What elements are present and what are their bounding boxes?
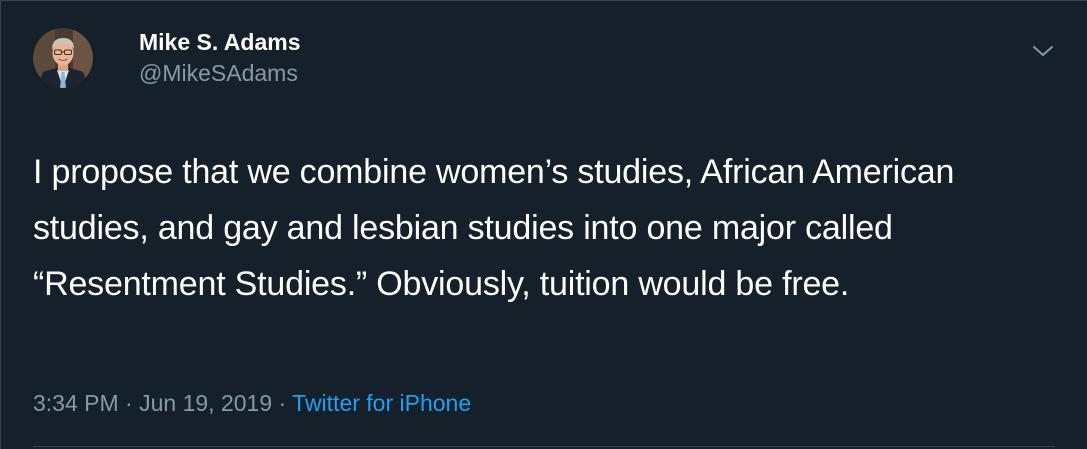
- tweet-source-link[interactable]: Twitter for iPhone: [292, 390, 471, 416]
- tweet-text: I propose that we combine women’s studie…: [33, 153, 955, 303]
- meta-separator: ·: [278, 390, 287, 416]
- tweet-time[interactable]: 3:34 PM: [33, 390, 119, 416]
- tweet-meta: 3:34 PM · Jun 19, 2019 · Twitter for iPh…: [33, 387, 471, 419]
- divider: [33, 446, 1055, 447]
- author-names: Mike S. Adams @MikeSAdams: [139, 27, 300, 89]
- tweet-date[interactable]: Jun 19, 2019: [139, 390, 272, 416]
- meta-separator: ·: [125, 390, 133, 416]
- avatar[interactable]: [33, 28, 93, 88]
- author-handle[interactable]: @MikeSAdams: [139, 57, 300, 89]
- tweet-card: Mike S. Adams @MikeSAdams I propose that…: [0, 0, 1087, 449]
- author-display-name[interactable]: Mike S. Adams: [139, 27, 300, 57]
- tweet-header: Mike S. Adams @MikeSAdams: [33, 27, 300, 89]
- chevron-down-icon[interactable]: [1031, 39, 1055, 63]
